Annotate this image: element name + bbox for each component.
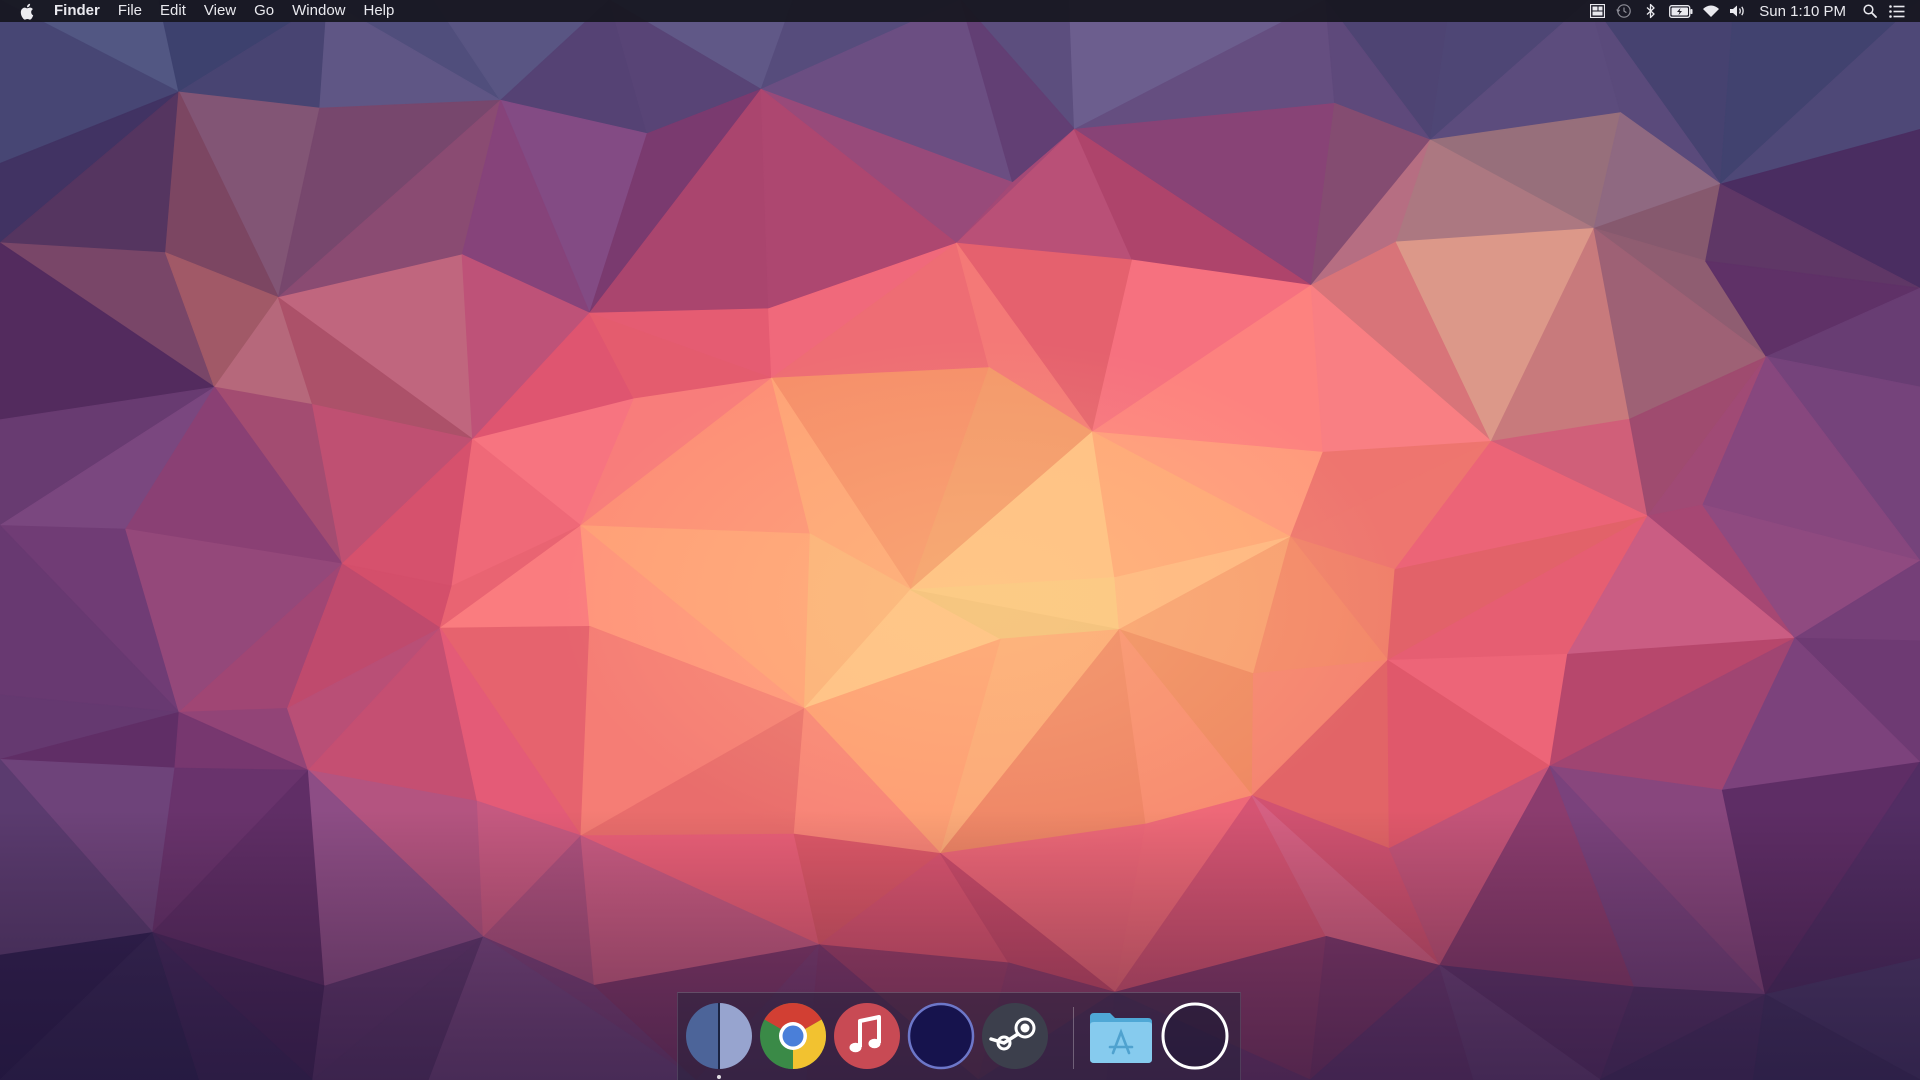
chrome-icon[interactable] (758, 1001, 828, 1071)
battery-icon[interactable] (1669, 3, 1693, 19)
bluetooth-icon[interactable] (1642, 3, 1660, 19)
trash-icon[interactable] (1160, 1001, 1230, 1071)
menu-edit[interactable]: Edit (160, 0, 186, 22)
menu-go[interactable]: Go (254, 0, 274, 22)
wallpaper (0, 0, 1920, 1080)
finder-running-indicator (717, 1075, 721, 1079)
dark-circle-app-icon[interactable] (906, 1001, 976, 1071)
menu-help[interactable]: Help (364, 0, 395, 22)
volume-icon[interactable] (1729, 3, 1747, 19)
apple-menu-icon[interactable] (18, 2, 34, 20)
menu-window[interactable]: Window (292, 0, 345, 22)
time-machine-icon[interactable] (1615, 3, 1633, 19)
menu-bar-clock[interactable]: Sun 1:10 PM (1759, 3, 1846, 20)
wifi-icon[interactable] (1702, 3, 1720, 19)
dock-separator (1073, 1007, 1074, 1069)
spotlight-icon[interactable] (1861, 3, 1879, 19)
steam-icon[interactable] (980, 1001, 1050, 1071)
dock (677, 992, 1241, 1080)
notification-center-icon[interactable] (1888, 3, 1906, 19)
app-menu-finder[interactable]: Finder (54, 0, 100, 22)
menu-file[interactable]: File (118, 0, 142, 22)
mission-control-icon[interactable] (1588, 3, 1606, 19)
finder-icon[interactable] (684, 1001, 754, 1071)
menu-bar: Finder File Edit View Go Window Help Sun… (0, 0, 1920, 22)
applications-folder-icon[interactable] (1086, 1001, 1156, 1071)
itunes-icon[interactable] (832, 1001, 902, 1071)
menu-view[interactable]: View (204, 0, 236, 22)
desktop[interactable]: Finder File Edit View Go Window Help Sun… (0, 0, 1920, 1080)
